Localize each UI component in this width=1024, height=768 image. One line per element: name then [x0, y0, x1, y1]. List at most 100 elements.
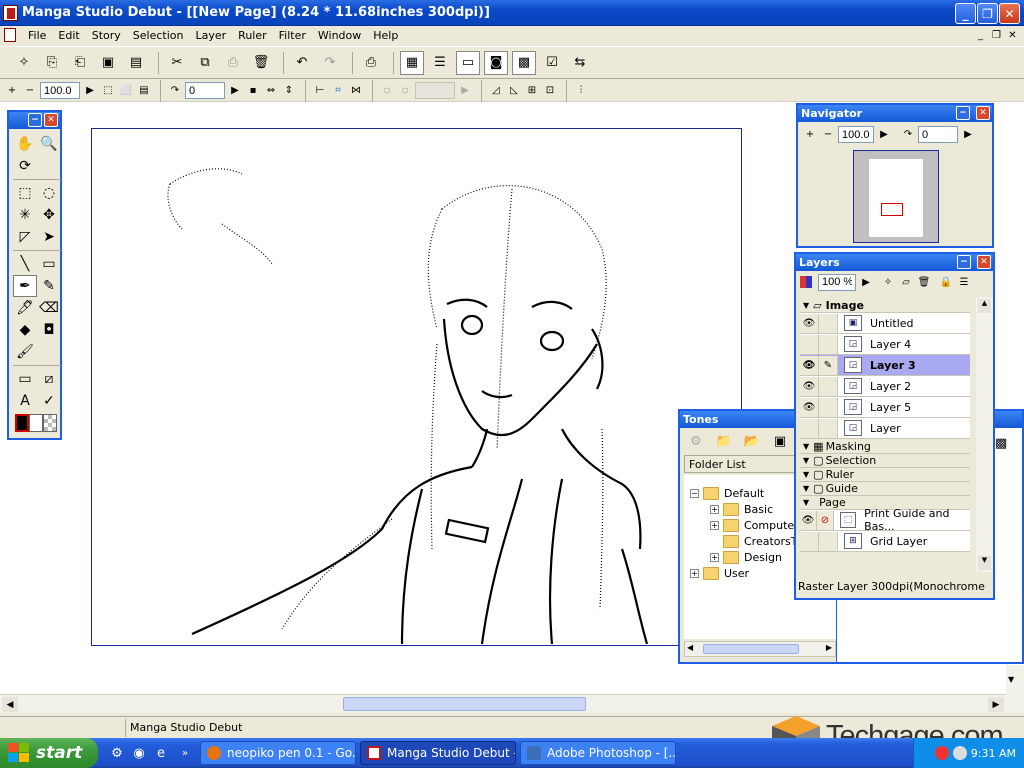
tree-item-default[interactable]: − Default: [690, 487, 764, 500]
transform2-icon[interactable]: ▫: [397, 83, 413, 99]
shield-icon[interactable]: [934, 746, 949, 760]
pencil-tool-icon[interactable]: ✎: [37, 275, 61, 297]
close-button[interactable]: ✕: [999, 3, 1020, 24]
scroll-thumb[interactable]: [343, 697, 586, 711]
navigator-title-bar[interactable]: Navigator − ✕: [798, 105, 992, 122]
text-tool-icon[interactable]: A: [13, 390, 37, 412]
tones-view-icon[interactable]: ▣: [772, 433, 788, 449]
no-edit-icon[interactable]: ⊘: [816, 510, 834, 530]
eraser-tool-icon[interactable]: ⌫: [37, 297, 61, 319]
grid-snap-icon[interactable]: ⊞: [524, 83, 540, 99]
nav-rotation-arrow-icon[interactable]: ▶: [960, 127, 976, 143]
navigator-preview[interactable]: [853, 150, 939, 243]
rotation-input[interactable]: [185, 82, 225, 99]
zoom-arrow-icon[interactable]: ▶: [82, 83, 98, 99]
redo-icon[interactable]: ↷: [318, 51, 342, 75]
save-icon[interactable]: ▣: [96, 51, 120, 75]
doc-close-icon[interactable]: ✕: [1005, 28, 1020, 42]
layer-row[interactable]: 👁 ▣ Untitled: [800, 313, 970, 334]
nav-zoom-in-icon[interactable]: +: [802, 127, 818, 143]
pattern-tool-icon[interactable]: ◘: [37, 319, 61, 341]
flip-h-icon[interactable]: ⇔: [263, 83, 279, 99]
group-guide[interactable]: ▼ ▢ Guide: [800, 482, 970, 496]
paste-icon[interactable]: ⎙: [221, 51, 245, 75]
ruler-icon[interactable]: ⊢: [312, 83, 328, 99]
menu-ruler[interactable]: Ruler: [232, 29, 272, 42]
menu-layer[interactable]: Layer: [190, 29, 233, 42]
task-firefox[interactable]: neopiko pen 0.1 - Go...: [200, 741, 356, 765]
volume-icon[interactable]: [952, 746, 967, 760]
tree-item-design[interactable]: + Design: [710, 551, 782, 564]
lasso-tool-icon[interactable]: ◌: [37, 182, 61, 204]
tones-up-folder-icon[interactable]: 📁: [716, 433, 732, 449]
menu-edit[interactable]: Edit: [52, 29, 85, 42]
marker-tool-icon[interactable]: 🖊: [13, 297, 37, 319]
perspective2-icon[interactable]: ◺: [506, 83, 522, 99]
tones-pattern-icon[interactable]: ▩: [995, 436, 1007, 451]
layer-row[interactable]: 👁 ◲ Layer 5: [800, 397, 970, 418]
line-tool-icon[interactable]: ╲: [13, 253, 37, 275]
actual-size-icon[interactable]: ⬜: [118, 83, 134, 99]
group-masking[interactable]: ▼ ▦ Masking: [800, 440, 970, 454]
group-ruler[interactable]: ▼ ▢ Ruler: [800, 468, 970, 482]
new-layer-icon[interactable]: ✧: [880, 274, 896, 290]
tools-minimize-icon[interactable]: −: [28, 113, 42, 127]
layer-color-icon[interactable]: [800, 276, 812, 288]
delete-layer-icon[interactable]: 🗑: [916, 274, 932, 290]
layer-row[interactable]: ⊞ Grid Layer: [800, 531, 970, 552]
menu-file[interactable]: File: [22, 29, 52, 42]
canvas-page[interactable]: [91, 128, 742, 646]
horizontal-scrollbar[interactable]: ◀ ▶: [0, 694, 1024, 713]
zoom-in-icon[interactable]: +: [4, 83, 20, 99]
panel-toggle-icon[interactable]: ⫶: [573, 83, 589, 99]
layers-vscroll[interactable]: ▲ ▼: [976, 297, 993, 572]
tree-item-computer[interactable]: + Computer: [710, 519, 799, 532]
hand-tool-icon[interactable]: ✋: [13, 133, 37, 155]
flip-v-icon[interactable]: ⇕: [281, 83, 297, 99]
quicklaunch-ie-icon[interactable]: e: [152, 744, 170, 762]
zoom-out-icon[interactable]: −: [22, 83, 38, 99]
document-icon[interactable]: [4, 28, 16, 42]
balloon-tool-icon[interactable]: ✓: [37, 390, 61, 412]
layer-row[interactable]: 👁 ⊘ ⬚ Print Guide and Bas...: [800, 507, 970, 533]
quicklaunch-more-icon[interactable]: »: [176, 744, 194, 762]
clock[interactable]: 9:31 AM: [971, 747, 1016, 760]
layers-close-icon[interactable]: ✕: [977, 255, 991, 269]
menu-help[interactable]: Help: [367, 29, 404, 42]
frame-icon[interactable]: ⊡: [542, 83, 558, 99]
scroll-left-icon[interactable]: ◀: [2, 697, 18, 712]
copy-icon[interactable]: ⧉: [193, 51, 217, 75]
print-size-icon[interactable]: ▤: [136, 83, 152, 99]
open-icon[interactable]: ⎗: [68, 51, 92, 75]
new-page-icon[interactable]: ⎘: [40, 51, 64, 75]
layer-row[interactable]: ◲ Layer: [800, 418, 970, 439]
grid-icon[interactable]: ⌗: [330, 83, 346, 99]
frame-tool-icon[interactable]: ▭: [13, 368, 37, 390]
eye-icon[interactable]: 👁: [800, 510, 817, 530]
layers-minimize-icon[interactable]: −: [957, 255, 971, 269]
eye-icon[interactable]: 👁: [800, 376, 819, 396]
eye-icon[interactable]: 👁: [800, 397, 819, 417]
navigator-viewport[interactable]: [881, 203, 903, 216]
doc-restore-icon[interactable]: ❐: [989, 28, 1004, 42]
quicklaunch-network-icon[interactable]: ⚙: [108, 744, 126, 762]
new-story-icon[interactable]: ✧: [12, 51, 36, 75]
eye-icon[interactable]: 👁: [800, 313, 819, 333]
navigator-minimize-icon[interactable]: −: [956, 106, 970, 120]
nav-zoom-arrow-icon[interactable]: ▶: [876, 127, 892, 143]
color-swatches-icon[interactable]: [13, 412, 61, 434]
navigator-icon[interactable]: ⇆: [568, 51, 592, 75]
layer-menu-icon[interactable]: ☰: [956, 274, 972, 290]
layers-title-bar[interactable]: Layers − ✕: [796, 254, 993, 271]
pointer-tool-icon[interactable]: ➤: [37, 226, 61, 248]
save-all-icon[interactable]: ▤: [124, 51, 148, 75]
brush-tool-icon[interactable]: 🖌: [13, 341, 37, 363]
tools-close-icon[interactable]: ✕: [44, 113, 58, 127]
menu-filter[interactable]: Filter: [273, 29, 312, 42]
lock-layer-icon[interactable]: 🔒: [938, 274, 954, 290]
nav-zoom-input[interactable]: [838, 126, 874, 143]
nav-zoom-out-icon[interactable]: −: [820, 127, 836, 143]
task-manga-studio[interactable]: Manga Studio Debut -...: [360, 741, 516, 765]
vertical-scrollbar[interactable]: ▼: [1006, 665, 1024, 695]
marquee-tool-icon[interactable]: ⬚: [13, 182, 37, 204]
